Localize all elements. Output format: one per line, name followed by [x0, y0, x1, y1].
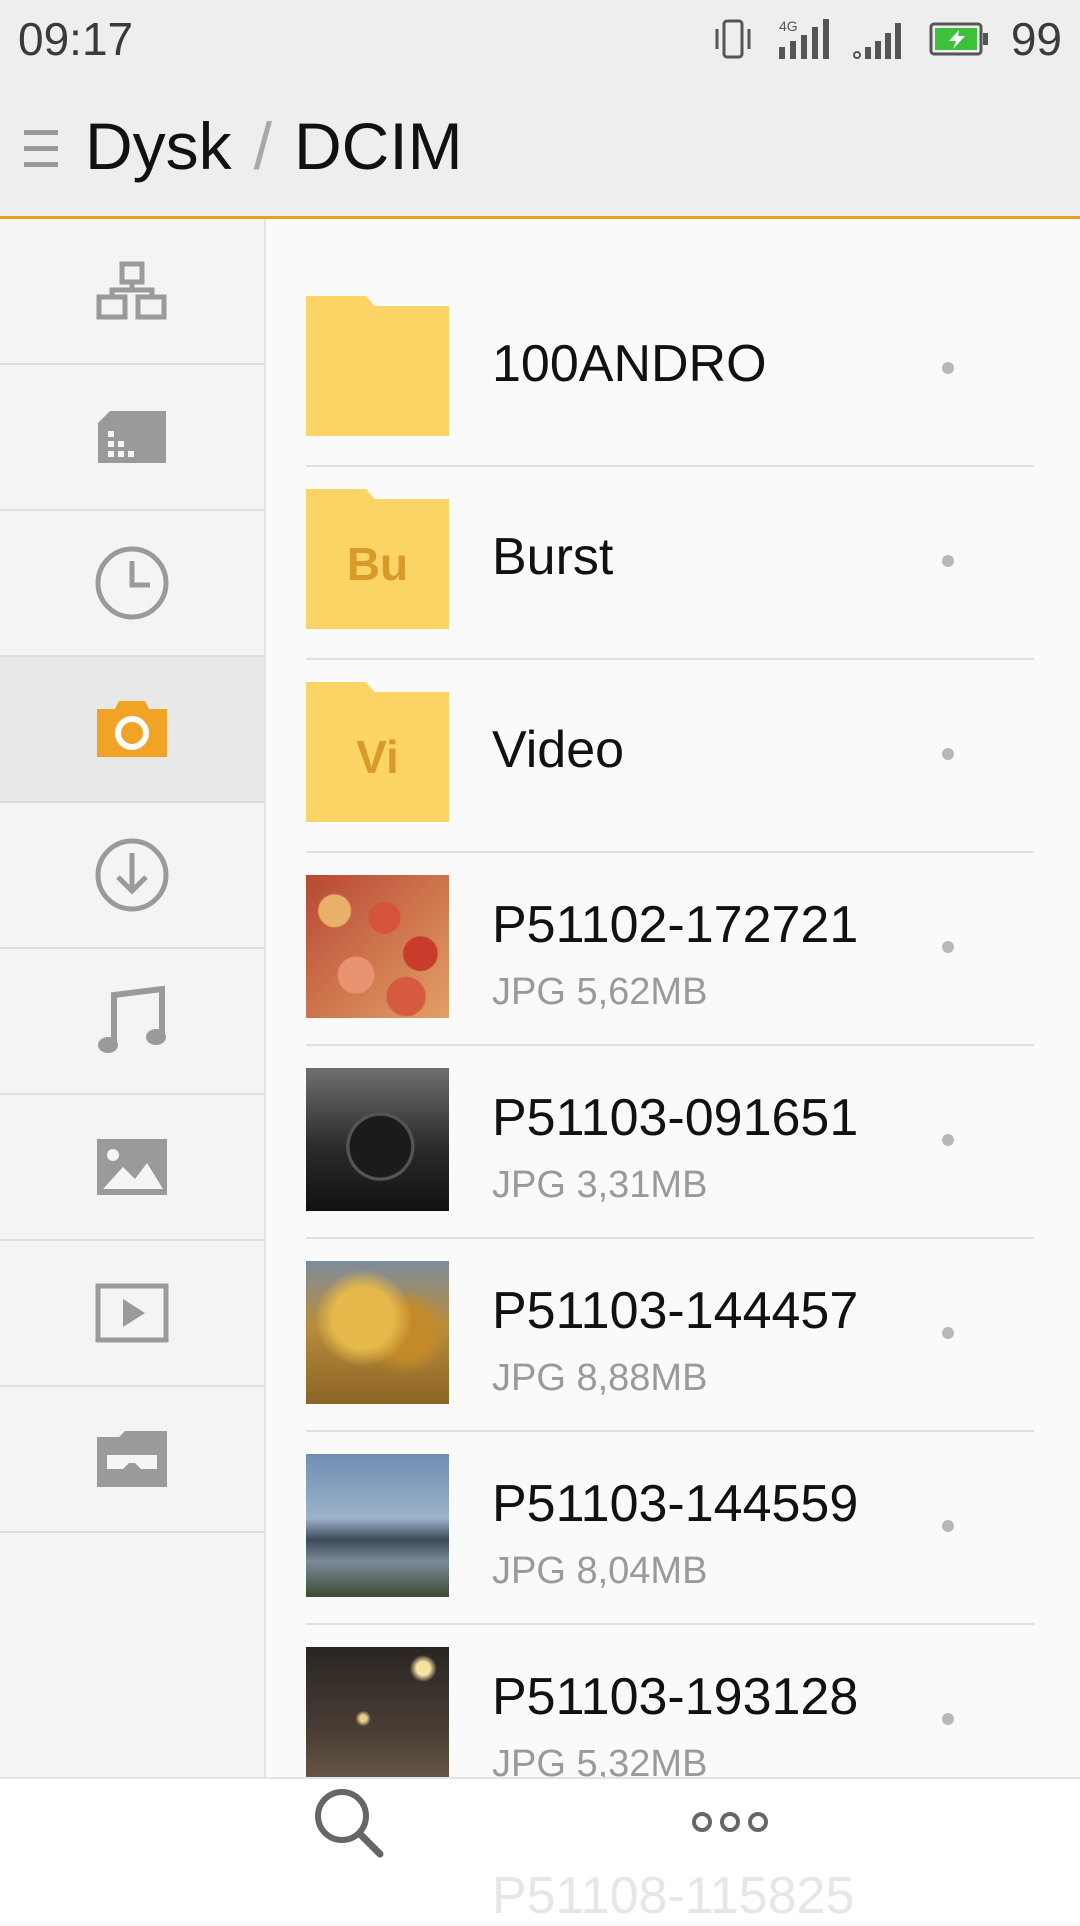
sidebar-item-video[interactable] — [0, 1241, 264, 1387]
battery-charging-icon — [929, 22, 988, 56]
list-item-file[interactable]: P51103-193128 JPG 5,32MB — [306, 1625, 1034, 1777]
signal-icon — [852, 23, 901, 59]
folder-icon: Vi — [306, 682, 449, 825]
breadcrumb-item-root[interactable]: Dysk — [85, 108, 232, 184]
file-meta: JPG 3,31MB — [492, 1164, 708, 1206]
item-menu-dot[interactable] — [942, 555, 954, 567]
sidebar-item-camera[interactable] — [0, 657, 264, 803]
sd-card-icon — [98, 411, 166, 463]
folder-abbr: Bu — [346, 538, 409, 590]
music-icon — [98, 985, 166, 1053]
sidebar-item-downloads[interactable] — [0, 803, 264, 949]
list-item-file[interactable]: P51103-144457 JPG 8,88MB — [306, 1239, 1034, 1432]
image-icon — [97, 1139, 167, 1195]
battery-level: 99 — [1010, 13, 1062, 65]
file-list-panel: 100ANDRO Bu Burst Vi Video P51102-172721… — [264, 219, 1080, 1777]
item-menu-dot[interactable] — [942, 941, 954, 953]
item-menu-dot[interactable] — [942, 1520, 954, 1532]
folder-abbr: Vi — [356, 731, 399, 783]
photo-thumbnail — [306, 1068, 449, 1211]
item-menu-dot[interactable] — [942, 362, 954, 374]
file-name: P51103-144457 — [492, 1282, 859, 1340]
sidebar-item-categories[interactable] — [0, 219, 264, 365]
file-meta: JPG 5,62MB — [492, 971, 708, 1013]
breadcrumb-separator: / — [253, 109, 273, 183]
file-name: Burst — [492, 528, 614, 586]
item-menu-dot[interactable] — [942, 1134, 954, 1146]
file-meta: JPG 8,04MB — [492, 1550, 708, 1592]
list-item-folder-burst[interactable]: Bu Burst — [306, 467, 1034, 660]
sidebar-item-recent[interactable] — [0, 511, 264, 657]
vibrate-icon — [715, 19, 751, 59]
status-time: 09:17 — [18, 13, 134, 65]
breadcrumb-item-current[interactable]: DCIM — [294, 108, 463, 184]
folder-icon: Bu — [306, 489, 449, 632]
download-icon — [95, 838, 169, 912]
sidebar-item-sd-card[interactable] — [0, 365, 264, 511]
list-item-file[interactable]: P51103-144559 JPG 8,04MB — [306, 1432, 1034, 1625]
file-meta: JPG 5,32MB — [492, 1743, 708, 1777]
item-menu-dot[interactable] — [942, 1713, 954, 1725]
menu-icon[interactable] — [24, 126, 60, 170]
partial-file-name: P51108-115825 — [492, 1867, 855, 1925]
recent-clock-icon — [95, 546, 169, 620]
photo-thumbnail — [306, 875, 449, 1018]
folder-icon — [306, 296, 449, 439]
item-menu-dot[interactable] — [942, 748, 954, 760]
video-icon — [95, 1283, 169, 1343]
photo-thumbnail — [306, 1454, 449, 1597]
sidebar-item-music[interactable] — [0, 949, 264, 1095]
more-dots-icon[interactable] — [690, 1800, 770, 1844]
file-name: 100ANDRO — [492, 335, 767, 393]
list-item-file[interactable]: P51103-091651 JPG 3,31MB — [306, 1046, 1034, 1239]
item-menu-dot[interactable] — [942, 1327, 954, 1339]
search-icon[interactable] — [308, 1782, 388, 1862]
signal-4g-icon: 4G — [778, 18, 829, 59]
network-type-label: 4G — [779, 18, 798, 34]
list-item-file[interactable]: P51102-172721 JPG 5,62MB — [306, 853, 1034, 1046]
camera-icon — [97, 701, 167, 757]
list-item-folder-100andro[interactable]: 100ANDRO — [306, 274, 1034, 467]
sidebar-item-images[interactable] — [0, 1095, 264, 1241]
sidebar-item-vr[interactable] — [0, 1387, 264, 1533]
file-name: P51102-172721 — [492, 896, 859, 954]
vr-folder-icon — [97, 1431, 167, 1487]
breadcrumb: Dysk / DCIM — [85, 108, 463, 184]
file-meta: JPG 8,88MB — [492, 1357, 708, 1399]
file-name: P51103-193128 — [492, 1668, 859, 1726]
app-header: Dysk / DCIM — [0, 80, 1080, 219]
sidebar — [0, 219, 266, 1777]
file-name: P51103-144559 — [492, 1475, 859, 1533]
status-bar: 09:17 4G 99 — [0, 0, 1080, 80]
photo-thumbnail — [306, 1647, 449, 1777]
file-list: 100ANDRO Bu Burst Vi Video P51102-172721… — [306, 274, 1034, 1777]
status-icons: 4G 99 — [711, 12, 1062, 66]
categories-icon — [96, 261, 167, 320]
file-name: P51103-091651 — [492, 1089, 859, 1147]
list-item-folder-video[interactable]: Vi Video — [306, 660, 1034, 853]
photo-thumbnail — [306, 1261, 449, 1404]
file-name: Video — [492, 721, 625, 779]
